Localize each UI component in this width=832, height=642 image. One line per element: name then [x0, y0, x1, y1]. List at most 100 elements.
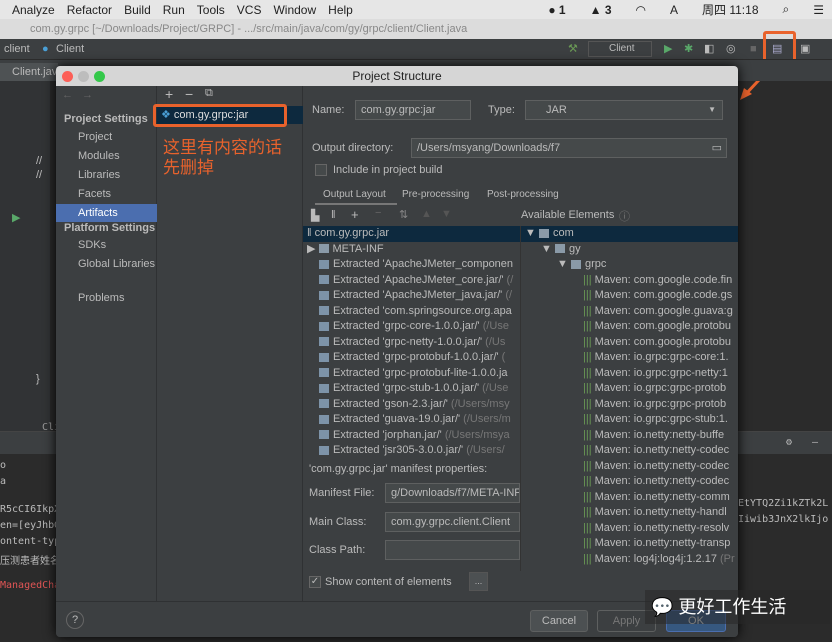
- build-hammer-icon[interactable]: ⚒: [568, 39, 578, 59]
- layout-item[interactable]: Extracted 'ApacheJMeter_core.jar/' (/: [303, 273, 520, 289]
- run-config-select[interactable]: Client: [588, 41, 652, 57]
- expand-arrow-icon[interactable]: ▼: [541, 243, 555, 255]
- available-library-row[interactable]: ||| Maven: com.google.guava:g: [521, 304, 738, 320]
- available-library-row[interactable]: ||| Maven: io.netty:netty-handl: [521, 505, 738, 521]
- layout-item[interactable]: Extracted 'grpc-protobuf-lite-1.0.0.ja: [303, 366, 520, 382]
- run-icon[interactable]: ▶: [664, 39, 672, 59]
- spotlight-search-icon[interactable]: ⌕: [783, 2, 790, 17]
- zoom-window-button[interactable]: [94, 71, 105, 82]
- main-class-input[interactable]: com.gy.grpc.client.Client: [385, 512, 520, 532]
- debug-icon[interactable]: ✱: [684, 39, 693, 59]
- available-library-row[interactable]: ||| Maven: com.google.code.gs: [521, 288, 738, 304]
- available-library-row[interactable]: ||| Maven: io.grpc:grpc-protob: [521, 381, 738, 397]
- cancel-button[interactable]: Cancel: [530, 610, 588, 632]
- run-gutter-icon[interactable]: ▶: [12, 211, 20, 224]
- close-window-button[interactable]: [62, 71, 73, 82]
- sidebar-item-facets[interactable]: Facets: [56, 185, 157, 203]
- tab-output-layout[interactable]: Output Layout: [323, 189, 386, 200]
- output-directory-input[interactable]: /Users/msyang/Downloads/f7 ▭: [411, 138, 727, 158]
- available-library-row[interactable]: ||| Maven: io.grpc:grpc-netty:1: [521, 366, 738, 382]
- available-library-row[interactable]: ||| Maven: io.netty:netty-buffe: [521, 428, 738, 444]
- add-archive-icon[interactable]: ‖: [331, 209, 336, 221]
- available-elements-tree[interactable]: ▼ com ▼ gy ▼ grpc ||| Maven: com.google.cod…: [520, 226, 738, 571]
- available-package-row[interactable]: ▼ com: [521, 226, 738, 242]
- wechat-status-icon[interactable]: ● 1: [548, 3, 565, 17]
- class-path-input[interactable]: [385, 540, 520, 560]
- help-button[interactable]: ?: [66, 611, 84, 629]
- available-library-row[interactable]: ||| Maven: io.netty:netty-resolv: [521, 521, 738, 537]
- layout-item[interactable]: Extracted 'grpc-stub-1.0.0.jar/' (/Use: [303, 381, 520, 397]
- breadcrumb-client[interactable]: client: [4, 39, 30, 59]
- available-library-row[interactable]: ||| Maven: com.google.protobu: [521, 319, 738, 335]
- menu-window[interactable]: Window: [273, 3, 316, 17]
- type-select[interactable]: JAR ▼: [525, 100, 723, 120]
- profile-icon[interactable]: ◎: [726, 39, 736, 59]
- tab-post-processing[interactable]: Post-processing: [487, 189, 559, 200]
- input-method-icon[interactable]: A: [670, 3, 678, 17]
- menu-refactor[interactable]: Refactor: [67, 3, 112, 17]
- clock[interactable]: 周四 11:18: [702, 1, 758, 18]
- expand-arrow-icon[interactable]: ▼: [525, 227, 539, 239]
- available-library-row[interactable]: ||| Maven: io.grpc:grpc-stub:1.: [521, 412, 738, 428]
- available-library-row[interactable]: ||| Maven: io.netty:netty-codec: [521, 474, 738, 490]
- available-library-row[interactable]: ||| Maven: com.google.code.fin: [521, 273, 738, 289]
- layout-item[interactable]: Extracted 'gson-2.3.jar/' (/Users/msy: [303, 397, 520, 413]
- menu-help[interactable]: Help: [328, 3, 353, 17]
- menu-build[interactable]: Build: [124, 3, 151, 17]
- available-library-row[interactable]: ||| Maven: io.netty:netty-codec: [521, 443, 738, 459]
- name-input[interactable]: com.gy.grpc:jar: [355, 100, 471, 120]
- available-library-row[interactable]: ||| Maven: io.grpc:grpc-core:1.: [521, 350, 738, 366]
- browse-folder-icon[interactable]: ▭: [712, 139, 722, 157]
- layout-item[interactable]: Extracted 'jorphan.jar/' (/Users/msya: [303, 428, 520, 444]
- layout-item[interactable]: Extracted 'jsr305-3.0.0.jar/' (/Users/: [303, 443, 520, 458]
- sidebar-item-sdks[interactable]: SDKs: [56, 236, 157, 254]
- help-circle-icon[interactable]: ⓘ: [619, 208, 630, 224]
- layout-item[interactable]: Extracted 'ApacheJMeter_componen: [303, 257, 520, 273]
- copy-artifact-button[interactable]: ⧉: [205, 87, 213, 100]
- breadcrumb-class[interactable]: Client: [56, 39, 84, 59]
- available-library-row[interactable]: ||| Maven: io.grpc:grpc-protob: [521, 397, 738, 413]
- coverage-icon[interactable]: ◧: [704, 39, 714, 59]
- output-layout-tree[interactable]: ‖ com.gy.grpc.jar ▶ META-INF Extracted 'Ap…: [303, 226, 520, 458]
- show-content-checkbox[interactable]: ✓: [309, 576, 321, 588]
- minimize-window-button[interactable]: [78, 71, 89, 82]
- available-library-row[interactable]: ||| Maven: io.netty:netty-codec: [521, 459, 738, 475]
- stop-icon[interactable]: ■: [750, 39, 757, 59]
- manifest-file-input[interactable]: g/Downloads/f7/META-INF: [385, 483, 520, 503]
- expand-arrow-icon[interactable]: ▼: [557, 258, 571, 270]
- available-package-row[interactable]: ▼ gy: [521, 242, 738, 258]
- layout-item[interactable]: Extracted 'ApacheJMeter_java.jar/' (/: [303, 288, 520, 304]
- layout-item[interactable]: Extracted 'grpc-protobuf-1.0.0.jar/' (: [303, 350, 520, 366]
- available-library-row[interactable]: ||| Maven: log4j:log4j:1.2.17 (Pr: [521, 552, 738, 568]
- available-library-row[interactable]: ||| Maven: io.netty:netty-comm: [521, 490, 738, 506]
- menu-vcs[interactable]: VCS: [237, 3, 262, 17]
- menu-analyze[interactable]: Analyze: [12, 3, 55, 17]
- sidebar-item-modules[interactable]: Modules: [56, 147, 157, 165]
- available-library-row[interactable]: ||| Maven: io.netty:netty-transp: [521, 536, 738, 552]
- remove-element-icon[interactable]: −: [375, 207, 381, 219]
- move-down-icon[interactable]: ▼: [441, 208, 452, 220]
- tab-pre-processing[interactable]: Pre-processing: [402, 189, 469, 200]
- add-element-icon[interactable]: +: [351, 207, 359, 222]
- menu-tools[interactable]: Tools: [197, 3, 225, 17]
- layout-item[interactable]: Extracted 'com.springsource.org.apa: [303, 304, 520, 320]
- layout-item[interactable]: Extracted 'grpc-core-1.0.0.jar/' (/Use: [303, 319, 520, 335]
- menu-run[interactable]: Run: [163, 3, 185, 17]
- wifi-icon[interactable]: ◠: [636, 3, 646, 17]
- sidebar-item-libraries[interactable]: Libraries: [56, 166, 157, 184]
- layout-item[interactable]: ▶ META-INF: [303, 242, 520, 258]
- layout-item[interactable]: Extracted 'grpc-netty-1.0.0.jar/' (/Us: [303, 335, 520, 351]
- sidebar-item-global-libraries[interactable]: Global Libraries: [56, 255, 157, 273]
- forward-arrow-icon[interactable]: →: [82, 89, 93, 101]
- tab-client-java[interactable]: Client.java: [0, 63, 63, 81]
- terminal-icon[interactable]: ▣: [800, 39, 810, 59]
- include-build-checkbox[interactable]: [315, 164, 327, 176]
- layout-root-row[interactable]: ‖ com.gy.grpc.jar: [303, 226, 520, 242]
- layout-item[interactable]: Extracted 'guava-19.0.jar/' (/Users/m: [303, 412, 520, 428]
- create-directory-icon[interactable]: ▙: [311, 209, 319, 222]
- move-up-icon[interactable]: ▲: [421, 208, 432, 220]
- back-arrow-icon[interactable]: ←: [62, 89, 73, 101]
- settings-gear-icon[interactable]: ⚙: [786, 437, 792, 448]
- remove-artifact-button[interactable]: −: [185, 86, 193, 102]
- available-package-row[interactable]: ▼ grpc: [521, 257, 738, 273]
